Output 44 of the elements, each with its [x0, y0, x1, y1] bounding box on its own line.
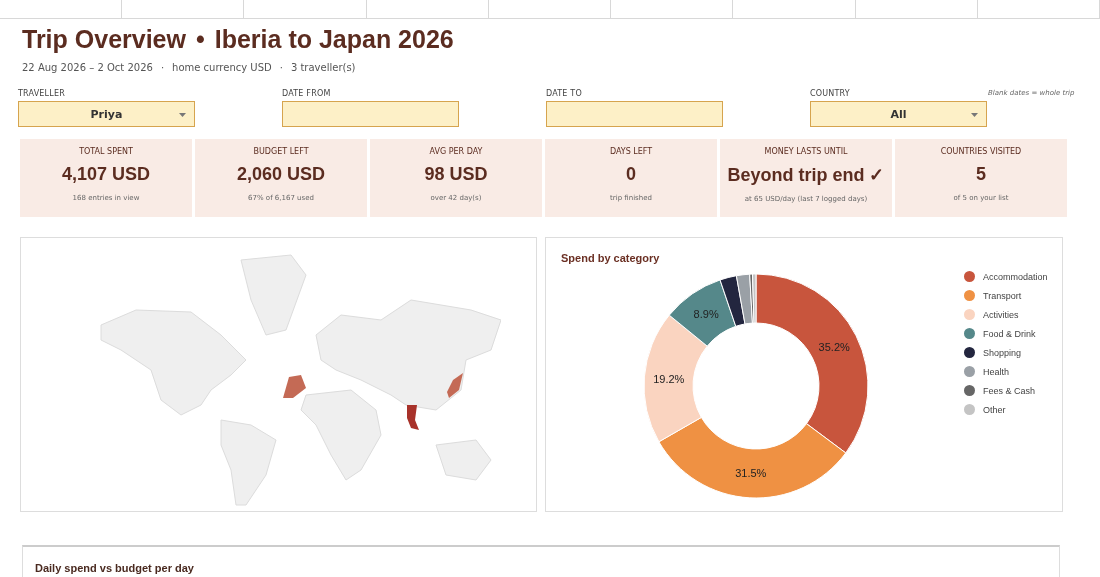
kpi-value: 2,060 USD — [236, 164, 326, 185]
filter-label: DATE FROM — [282, 89, 332, 98]
date-field[interactable] — [282, 101, 459, 127]
separator: · — [279, 62, 283, 73]
kpi-value: Beyond trip end ✓ — [727, 164, 885, 186]
legend-label: Fees & Cash — [983, 385, 1036, 396]
chart-title: Spend by category — [561, 252, 660, 264]
legend-label: Shopping — [983, 347, 1022, 358]
legend-label: Transport — [983, 290, 1022, 301]
slice-label: 35.2% — [818, 340, 850, 353]
legend-label: Food & Drink — [983, 328, 1036, 339]
kpi-label: TOTAL SPENT — [79, 147, 133, 156]
kpi-value: 5 — [976, 164, 986, 185]
kpi-value: 98 USD — [424, 164, 488, 185]
page-title: Trip Overview — [22, 25, 186, 54]
kpi-label: DAYS LEFT — [609, 147, 653, 156]
legend-label: Accommodation — [983, 271, 1048, 282]
filter-label: TRAVELLER — [18, 89, 66, 98]
slice-label: 19.2% — [653, 372, 685, 385]
dropdown[interactable]: All — [810, 101, 987, 127]
filter-label: DATE TO — [546, 89, 583, 98]
chart-title: Daily spend vs budget per day — [35, 562, 194, 574]
kpi-value: 0 — [626, 164, 636, 185]
trip-info: home currency USD — [172, 62, 272, 73]
legend-label: Other — [983, 404, 1006, 415]
legend-label: Activities — [983, 309, 1019, 320]
title-separator: • — [195, 25, 205, 54]
kpi-label: MONEY LASTS UNTIL — [764, 147, 848, 156]
kpi-label: BUDGET LEFT — [253, 147, 309, 156]
caret-icon — [971, 113, 978, 117]
slice-label: 8.9% — [693, 308, 719, 321]
kpi-label: AVG PER DAY — [429, 147, 483, 156]
date-field[interactable] — [546, 101, 723, 127]
separator: · — [160, 62, 165, 73]
trip-name: Iberia to Japan 2026 — [214, 25, 454, 54]
trip-info: 3 traveller(s) — [290, 62, 356, 73]
trip-info: 22 Aug 2026 – 2 Oct 2026 — [22, 62, 153, 73]
caret-icon — [179, 113, 186, 117]
filter-label: COUNTRY — [810, 89, 851, 98]
kpi-label: COUNTRIES VISITED — [940, 147, 1022, 156]
kpi-value: 4,107 USD — [61, 164, 151, 185]
dropdown[interactable]: Priya — [18, 101, 195, 127]
slice-label: 31.5% — [735, 467, 767, 480]
legend-label: Health — [983, 366, 1009, 377]
